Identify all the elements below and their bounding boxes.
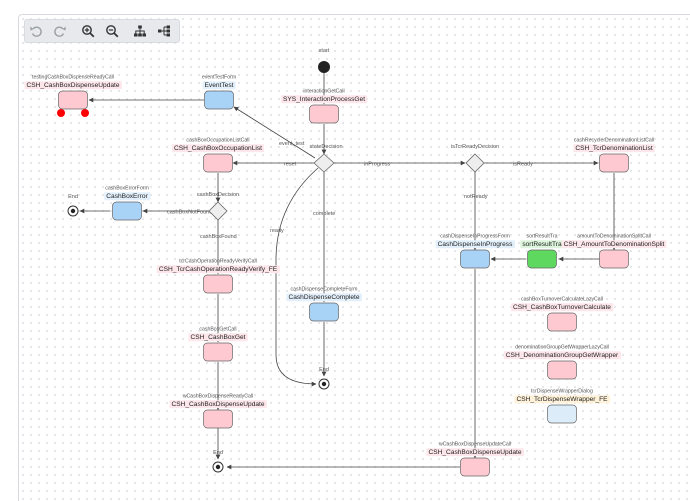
end-node-ready[interactable]: End	[318, 367, 330, 390]
decision-istcrready[interactable]: isTcrReadyDecision	[451, 144, 499, 173]
state-node-interactionGetCall[interactable]: SYS_InteractionProcessGet interactionGetC…	[280, 88, 368, 124]
state-box[interactable]	[460, 249, 490, 269]
state-node-sortResult[interactable]: sortResultTra sortResultTra	[520, 233, 564, 269]
state-name: CSH_DenominationGroupGetWrapper	[506, 352, 619, 359]
end-label: End	[319, 367, 329, 373]
state-node-denomGroupCall[interactable]: CSH_DenominationGroupGetWrapper denominat…	[503, 344, 621, 380]
state-name: CashBoxError	[106, 193, 148, 200]
state-id: interactionGetCall	[303, 88, 344, 94]
start-node[interactable]: start	[318, 48, 330, 73]
state-name: CSH_CashBoxOccupationList	[174, 145, 262, 152]
state-box[interactable]	[203, 409, 233, 429]
state-id: cashBoxGetCall	[199, 326, 236, 332]
edge-label-reset: reset	[284, 161, 297, 167]
state-box[interactable]	[599, 153, 629, 173]
state-name: sortResultTra	[522, 241, 562, 248]
state-node-testingCall[interactable]: CSH_CashBoxDispenseUpdate testingCashBoxD…	[24, 74, 122, 110]
edge-label-event-test: event_test	[279, 141, 305, 147]
state-id: wCashBoxDispenseReadyCall	[183, 393, 253, 399]
state-box[interactable]	[309, 104, 339, 124]
state-id: sortResultTra	[527, 233, 558, 239]
state-box[interactable]	[527, 249, 557, 269]
state-name: CSH_AmountToDenominationSplit	[564, 241, 665, 248]
state-id: cashDispenseCompleteForm	[291, 286, 358, 292]
state-node-dispenseReadyCall[interactable]: CSH_CashBoxDispenseUpdate wCashBoxDispens…	[169, 393, 267, 429]
state-id: cashBoxTurnoverCalculateLazyCall	[521, 296, 603, 302]
state-box[interactable]	[599, 249, 629, 269]
state-node-wrapperDialog[interactable]: CSH_TcrDispenseWrapper_FE tcrDispenseWrap…	[514, 388, 611, 424]
state-node-occupationCall[interactable]: CSH_CashBoxOccupationList cashBoxOccupati…	[172, 137, 265, 173]
state-node-errorForm[interactable]: CashBoxError cashBoxErrorForm	[104, 185, 151, 221]
state-name: CSH_TcrCashOperationReadyVerify_FE	[159, 266, 278, 273]
state-name: EventTest	[205, 82, 234, 89]
state-box[interactable]	[203, 153, 233, 173]
state-name: CSH_CashBoxDispenseUpdate	[171, 401, 264, 408]
state-id: cashDispenseInProgressForm	[440, 233, 510, 239]
edge-label-complete: complete	[313, 211, 335, 217]
decision-label-istcrready: isTcrReadyDecision	[451, 144, 499, 150]
state-id: amountToDenominationSplitCall	[577, 233, 651, 239]
state-id: denominationGroupGetWrapperLazyCall	[515, 344, 609, 350]
decision-label-state: stateDecision	[309, 144, 342, 150]
edge-label-notready: notReady	[464, 194, 488, 200]
edge-label-ready: ready	[270, 228, 284, 234]
state-name: CSH_CashBoxDispenseUpdate	[26, 82, 119, 89]
decision-label-cashbox: cashBoxDecision	[197, 192, 239, 198]
state-box[interactable]	[547, 404, 577, 424]
state-id: cashBoxOccupationListCall	[186, 137, 249, 143]
state-nodes: SYS_InteractionProcessGet interactionGetC…	[24, 74, 667, 477]
state-node-denomSplitCall[interactable]: CSH_AmountToDenominationSplit amountToDen…	[561, 233, 667, 269]
end-label: End	[213, 450, 223, 456]
state-name: CSH_CashBoxDispenseUpdate	[428, 449, 521, 456]
breakpoint-markers	[57, 109, 89, 117]
state-box[interactable]	[547, 312, 577, 332]
state-box[interactable]	[58, 90, 88, 110]
state-id: testingCashBoxDispenseReadyCall	[32, 74, 114, 80]
state-name: SYS_InteractionProcessGet	[283, 96, 365, 103]
end-node-final[interactable]: End	[212, 450, 224, 473]
state-id: wCashBoxDispenseUpdateCall	[439, 441, 511, 447]
start-label: start	[319, 48, 330, 54]
edge-ready[interactable]	[275, 167, 319, 387]
state-box[interactable]	[112, 201, 142, 221]
state-name: CSH_TcrDispenseWrapper_FE	[516, 396, 608, 403]
edge-label-cashboxfound: cashBoxFound	[200, 234, 237, 240]
state-node-updateCall[interactable]: CSH_CashBoxDispenseUpdate wCashBoxDispens…	[426, 441, 524, 477]
state-id: eventTestForm	[202, 74, 236, 80]
breakpoint-dot[interactable]	[81, 109, 89, 117]
state-box[interactable]	[547, 360, 577, 380]
edge-label-cashboxnotfound: cashBoxNotFound	[167, 209, 212, 215]
state-node-cashBoxGetCall[interactable]: CSH_CashBoxGet cashBoxGetCall	[188, 326, 248, 362]
state-box[interactable]	[204, 90, 234, 110]
state-id: tcrCashOperationReadyVerifyCall	[179, 258, 257, 264]
state-box[interactable]	[203, 342, 233, 362]
state-node-completeForm[interactable]: CashDispenseComplete cashDispenseComplete…	[286, 286, 362, 322]
state-box[interactable]	[203, 274, 233, 294]
state-id: cashRecyclerDenominationListCall	[574, 137, 654, 143]
state-name: CashDispenseInProgress	[438, 241, 513, 248]
breakpoint-dot[interactable]	[57, 109, 65, 117]
state-id: tcrDispenseWrapperDialog	[531, 388, 593, 394]
state-box[interactable]	[309, 302, 339, 322]
state-name: CSH_CashBoxTurnoverCalculate	[513, 304, 611, 311]
state-box[interactable]	[460, 457, 490, 477]
end-label: End	[68, 194, 78, 200]
state-node-turnoverCall[interactable]: CSH_CashBoxTurnoverCalculate cashBoxTurno…	[511, 296, 614, 332]
state-node-readyVerifyCall[interactable]: CSH_TcrCashOperationReadyVerify_FE tcrCas…	[156, 258, 280, 294]
state-name: CSH_CashBoxGet	[191, 334, 246, 341]
edge-label-isready: isReady	[513, 161, 533, 167]
decision-cashbox[interactable]: cashBoxDecision	[197, 192, 239, 221]
state-node-recyclerCall[interactable]: CSH_TcrDenominationList cashRecyclerDenom…	[573, 137, 655, 173]
end-node-error[interactable]: End	[67, 194, 79, 217]
state-name: CSH_TcrDenominationList	[575, 145, 652, 152]
state-node-eventTestForm[interactable]: EventTest eventTestForm	[202, 74, 236, 110]
edge-label-inprogress: inProgress	[364, 161, 391, 167]
state-node-inProgressForm[interactable]: CashDispenseInProgress cashDispenseInProg…	[435, 233, 516, 269]
state-diagram: event_test reset inProgress ready comple…	[24, 48, 667, 477]
state-id: cashBoxErrorForm	[105, 185, 149, 191]
state-name: CashDispenseComplete	[288, 294, 359, 301]
